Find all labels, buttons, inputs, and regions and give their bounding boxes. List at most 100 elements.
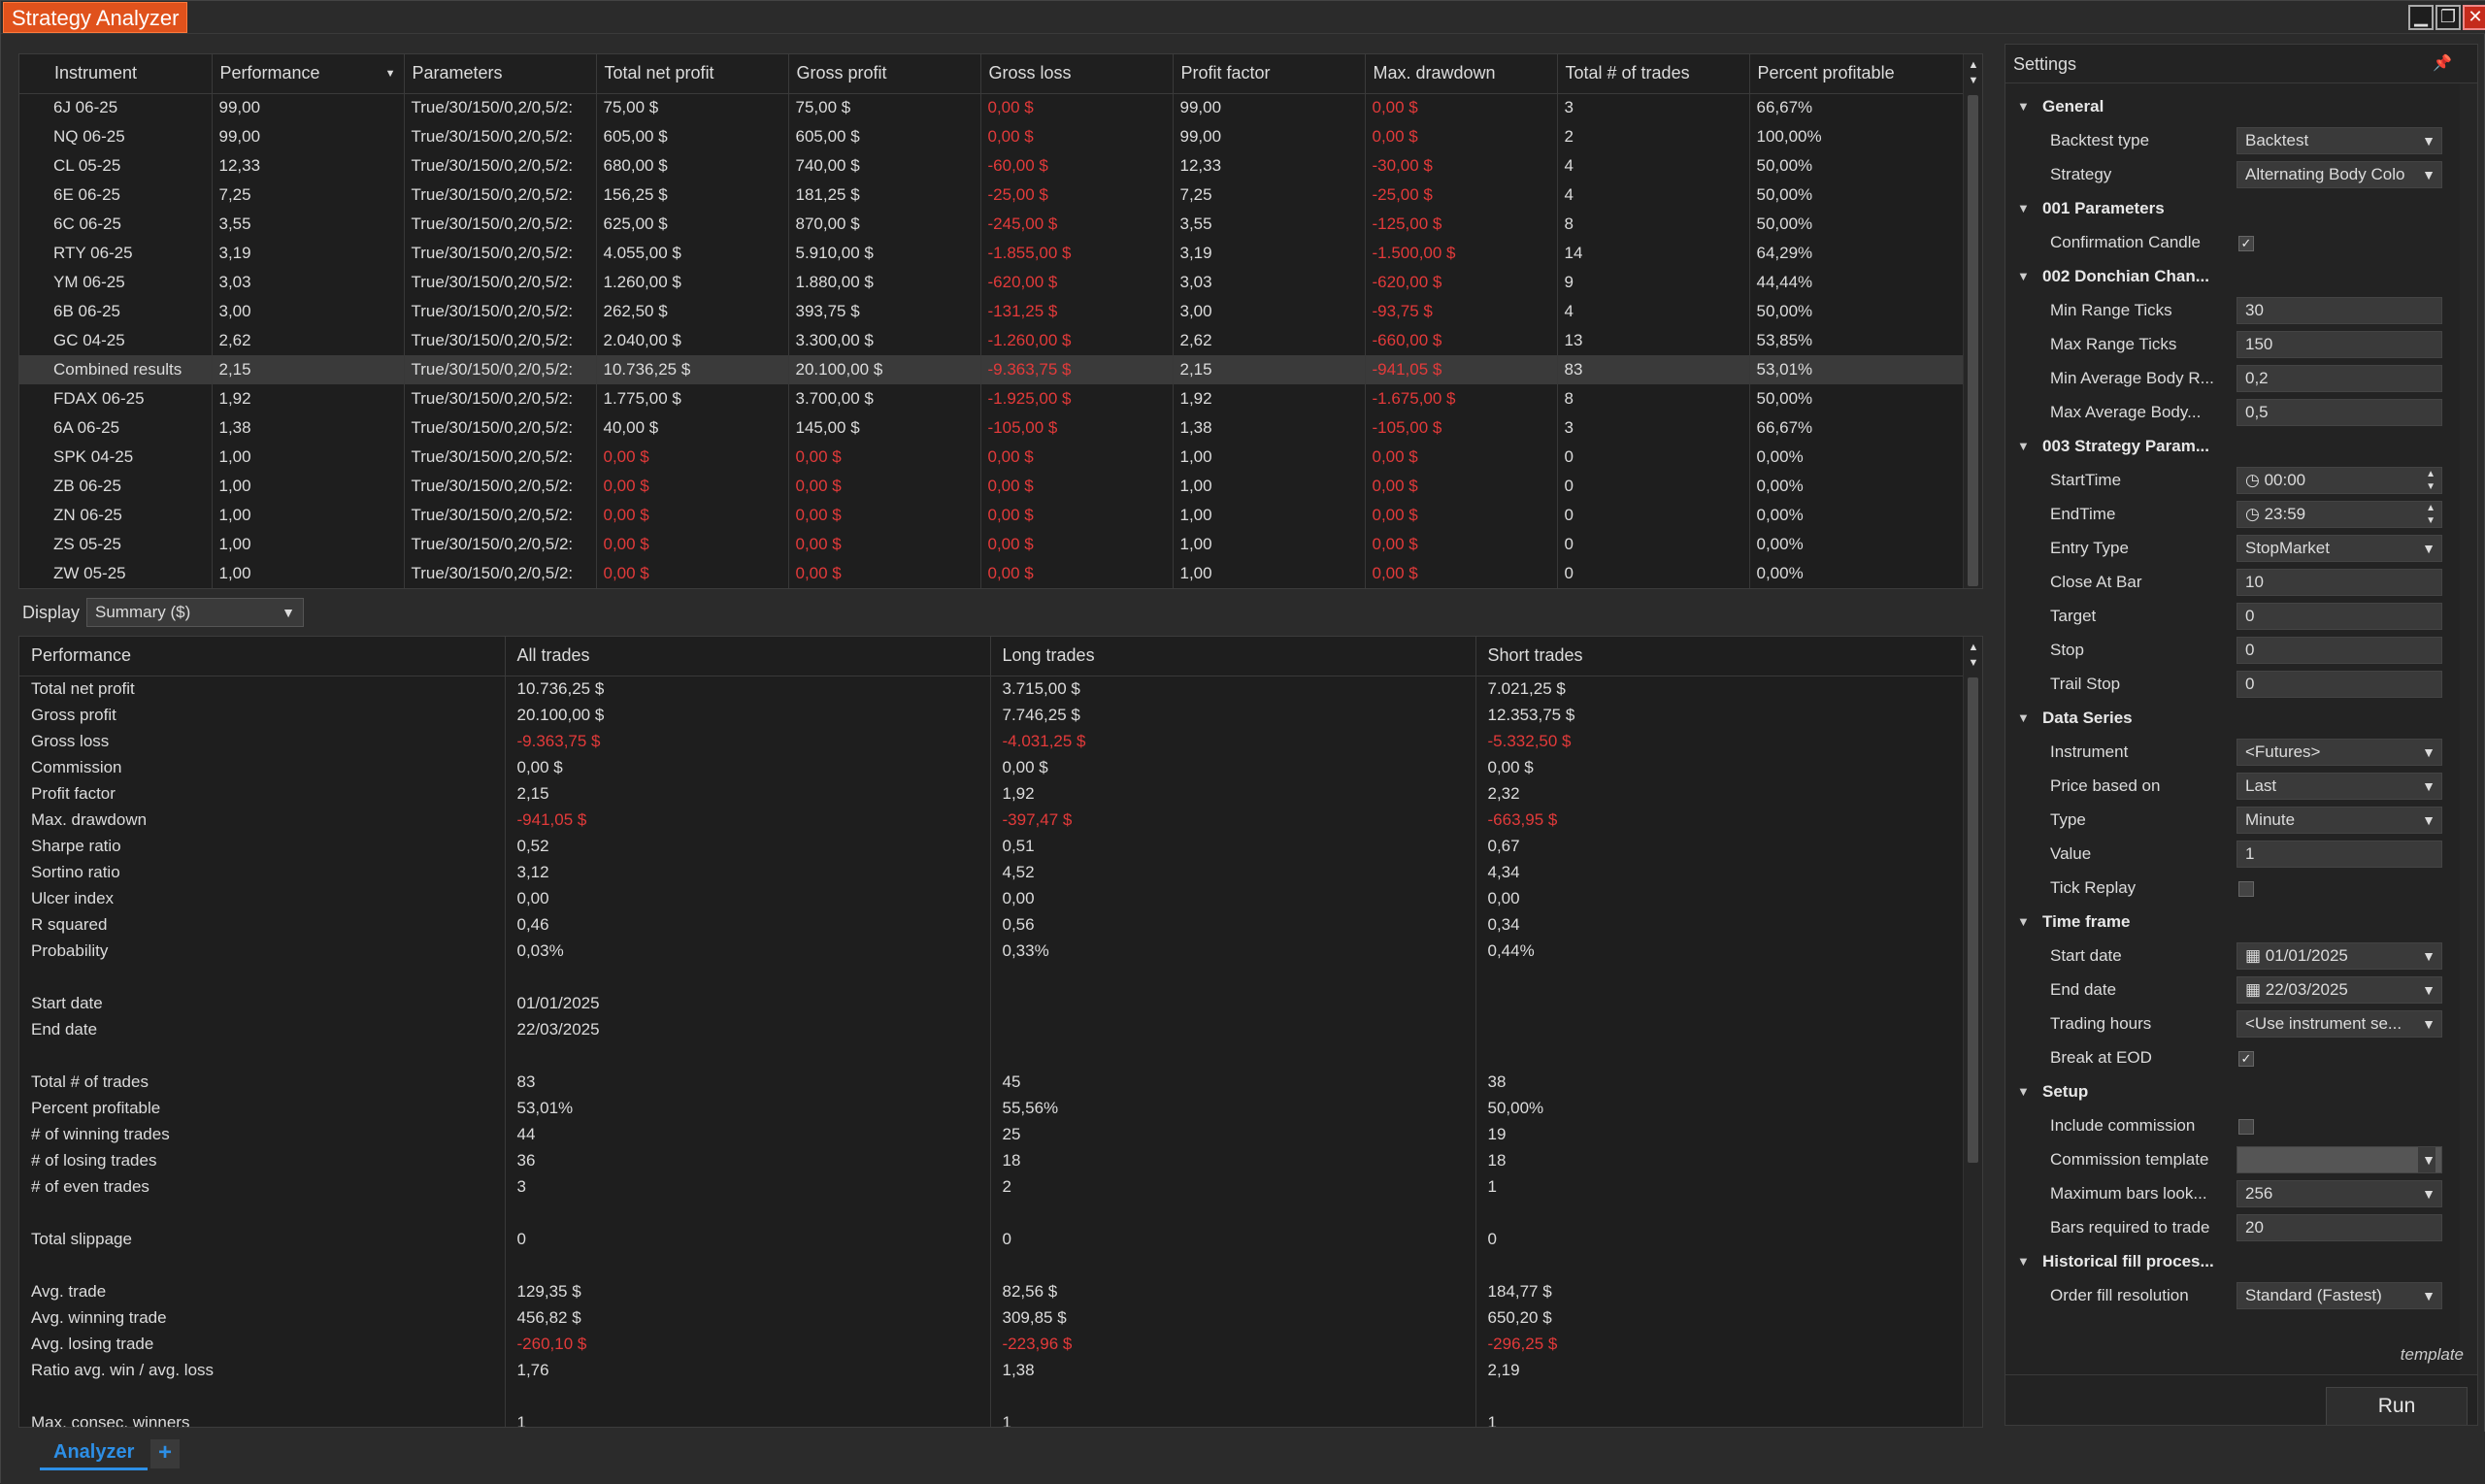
performance-col-header[interactable]: Short trades: [1475, 637, 1964, 676]
settings-category[interactable]: ▼ Historical fill proces...: [2005, 1244, 2458, 1278]
property-value[interactable]: 256 ▼: [2236, 1180, 2442, 1207]
scroll-thumb[interactable]: [1968, 95, 1978, 586]
collapse-triangle-icon[interactable]: ▼: [2017, 701, 2030, 735]
property-value[interactable]: 30: [2236, 297, 2442, 324]
property-value[interactable]: 0: [2236, 603, 2442, 630]
scroll-down-icon[interactable]: ▼: [1967, 656, 1980, 670]
results-col-header[interactable]: Instrument: [47, 54, 213, 94]
results-row[interactable]: Combined results 2,15 True/30/150/0,2/0,5/…: [19, 355, 1964, 384]
property-value[interactable]: 0,5: [2236, 399, 2442, 426]
pin-icon[interactable]: 📌: [2433, 45, 2452, 83]
performance-scrollbar[interactable]: ▲ ▼: [1963, 637, 1982, 1427]
property-checkbox[interactable]: ✓: [2238, 236, 2254, 251]
property-value[interactable]: 10: [2236, 569, 2442, 596]
chevron-down-icon[interactable]: ▼: [2418, 1011, 2435, 1037]
property-value[interactable]: 20: [2236, 1214, 2442, 1241]
results-row[interactable]: FDAX 06-25 1,92 True/30/150/0,2/0,5/2: 1.77…: [19, 384, 1964, 413]
sort-desc-icon[interactable]: ▼: [385, 54, 396, 92]
property-value[interactable]: 0: [2236, 671, 2442, 698]
add-tab-button[interactable]: +: [150, 1439, 180, 1468]
property-value[interactable]: ◷ 00:00 ▲ ▼: [2236, 467, 2442, 494]
performance-col-header[interactable]: Performance: [19, 637, 506, 676]
property-value[interactable]: ▼: [2236, 1146, 2442, 1173]
close-button[interactable]: ✕: [2463, 5, 2485, 30]
property-value[interactable]: 1: [2236, 841, 2442, 868]
chevron-down-icon[interactable]: ▼: [2418, 943, 2435, 969]
settings-category[interactable]: ▼ Data Series: [2005, 701, 2458, 735]
chevron-down-icon[interactable]: ▼: [2418, 536, 2435, 561]
chevron-down-icon[interactable]: ▼: [2418, 1147, 2435, 1172]
settings-category[interactable]: ▼ Setup: [2005, 1074, 2458, 1108]
property-value[interactable]: Standard (Fastest) ▼: [2236, 1282, 2442, 1309]
chevron-down-icon[interactable]: ▼: [2418, 977, 2435, 1003]
tab-analyzer[interactable]: Analyzer: [40, 1435, 149, 1470]
property-value[interactable]: ◷ 23:59 ▲ ▼: [2236, 501, 2442, 528]
results-row[interactable]: ZN 06-25 1,00 True/30/150/0,2/0,5/2: 0,00 $…: [19, 501, 1964, 530]
property-checkbox[interactable]: ✓: [2238, 1051, 2254, 1067]
results-col-header[interactable]: Profit factor: [1173, 54, 1366, 94]
property-value[interactable]: <Futures> ▼: [2236, 739, 2442, 766]
results-row[interactable]: ZS 05-25 1,00 True/30/150/0,2/0,5/2: 0,00 $…: [19, 530, 1964, 559]
restore-button[interactable]: ❐: [2435, 5, 2461, 30]
property-value[interactable]: 0: [2236, 637, 2442, 664]
property-value[interactable]: 150: [2236, 331, 2442, 358]
template-link[interactable]: template: [2401, 1345, 2464, 1365]
results-row[interactable]: CL 05-25 12,33 True/30/150/0,2/0,5/2: 680,0…: [19, 151, 1964, 181]
settings-category[interactable]: ▼ Time frame: [2005, 905, 2458, 939]
results-row[interactable]: 6E 06-25 7,25 True/30/150/0,2/0,5/2: 156,25…: [19, 181, 1964, 210]
results-row[interactable]: ZB 06-25 1,00 True/30/150/0,2/0,5/2: 0,00 $…: [19, 472, 1964, 501]
results-col-header[interactable]: Total net profit: [596, 54, 789, 94]
results-scrollbar[interactable]: ▲ ▼: [1963, 54, 1982, 588]
property-value[interactable]: Alternating Body Colo ▼: [2236, 161, 2442, 188]
results-row[interactable]: NQ 06-25 99,00 True/30/150/0,2/0,5/2: 605,0…: [19, 122, 1964, 151]
results-row[interactable]: YM 06-25 3,03 True/30/150/0,2/0,5/2: 1.260,…: [19, 268, 1964, 297]
chevron-down-icon[interactable]: ▼: [2418, 1181, 2435, 1206]
property-value[interactable]: Last ▼: [2236, 773, 2442, 800]
collapse-triangle-icon[interactable]: ▼: [2017, 259, 2030, 293]
settings-scrollbar[interactable]: [2460, 83, 2477, 1374]
chevron-down-icon[interactable]: ▼: [2418, 1283, 2435, 1308]
collapse-triangle-icon[interactable]: ▼: [2017, 1074, 2030, 1108]
results-col-header[interactable]: Max. drawdown: [1365, 54, 1558, 94]
results-row[interactable]: ZW 05-25 1,00 True/30/150/0,2/0,5/2: 0,00 $…: [19, 559, 1964, 588]
chevron-down-icon[interactable]: ▼: [2418, 774, 2435, 799]
scroll-down-icon[interactable]: ▼: [1967, 74, 1980, 87]
results-col-header[interactable]: Parameters: [404, 54, 597, 94]
results-row[interactable]: 6A 06-25 1,38 True/30/150/0,2/0,5/2: 40,00 …: [19, 413, 1964, 443]
results-col-header[interactable]: Performance ▼: [212, 54, 405, 94]
spinner-icon[interactable]: ▲ ▼: [2426, 468, 2435, 493]
property-checkbox[interactable]: [2238, 1119, 2254, 1135]
property-value[interactable]: Minute ▼: [2236, 807, 2442, 834]
results-col-header[interactable]: Gross loss: [980, 54, 1174, 94]
collapse-triangle-icon[interactable]: ▼: [2017, 905, 2030, 939]
results-row[interactable]: 6C 06-25 3,55 True/30/150/0,2/0,5/2: 625,00…: [19, 210, 1964, 239]
property-value[interactable]: 0,2: [2236, 365, 2442, 392]
results-col-header[interactable]: Total # of trades: [1557, 54, 1750, 94]
settings-category[interactable]: ▼ General: [2005, 89, 2458, 123]
chevron-down-icon[interactable]: ▼: [2418, 808, 2435, 833]
performance-col-header[interactable]: Long trades: [990, 637, 1476, 676]
run-button[interactable]: Run: [2326, 1387, 2468, 1425]
results-row[interactable]: 6J 06-25 99,00 True/30/150/0,2/0,5/2: 75,00…: [19, 93, 1964, 122]
spinner-icon[interactable]: ▲ ▼: [2426, 502, 2435, 527]
settings-category[interactable]: ▼ 002 Donchian Chan...: [2005, 259, 2458, 293]
results-row[interactable]: RTY 06-25 3,19 True/30/150/0,2/0,5/2: 4.055…: [19, 239, 1964, 268]
title-bar[interactable]: Strategy Analyzer ▁ ❐ ✕: [1, 1, 2485, 34]
scroll-up-icon[interactable]: ▲: [1967, 641, 1980, 654]
scroll-thumb[interactable]: [1968, 677, 1978, 1163]
property-value[interactable]: ▦ 01/01/2025 ▼: [2236, 942, 2442, 970]
collapse-triangle-icon[interactable]: ▼: [2017, 1244, 2030, 1278]
settings-category[interactable]: ▼ 003 Strategy Param...: [2005, 429, 2458, 463]
settings-category[interactable]: ▼ 001 Parameters: [2005, 191, 2458, 225]
property-value[interactable]: Backtest ▼: [2236, 127, 2442, 154]
scroll-up-icon[interactable]: ▲: [1967, 58, 1980, 72]
property-checkbox[interactable]: [2238, 881, 2254, 897]
results-row[interactable]: GC 04-25 2,62 True/30/150/0,2/0,5/2: 2.040,…: [19, 326, 1964, 355]
results-col-header[interactable]: Gross profit: [788, 54, 981, 94]
property-value[interactable]: ▦ 22/03/2025 ▼: [2236, 976, 2442, 1004]
results-col-header[interactable]: Percent profitable: [1749, 54, 1964, 94]
collapse-triangle-icon[interactable]: ▼: [2017, 191, 2030, 225]
property-value[interactable]: <Use instrument se... ▼: [2236, 1010, 2442, 1038]
chevron-down-icon[interactable]: ▼: [2418, 740, 2435, 765]
performance-col-header[interactable]: All trades: [505, 637, 991, 676]
